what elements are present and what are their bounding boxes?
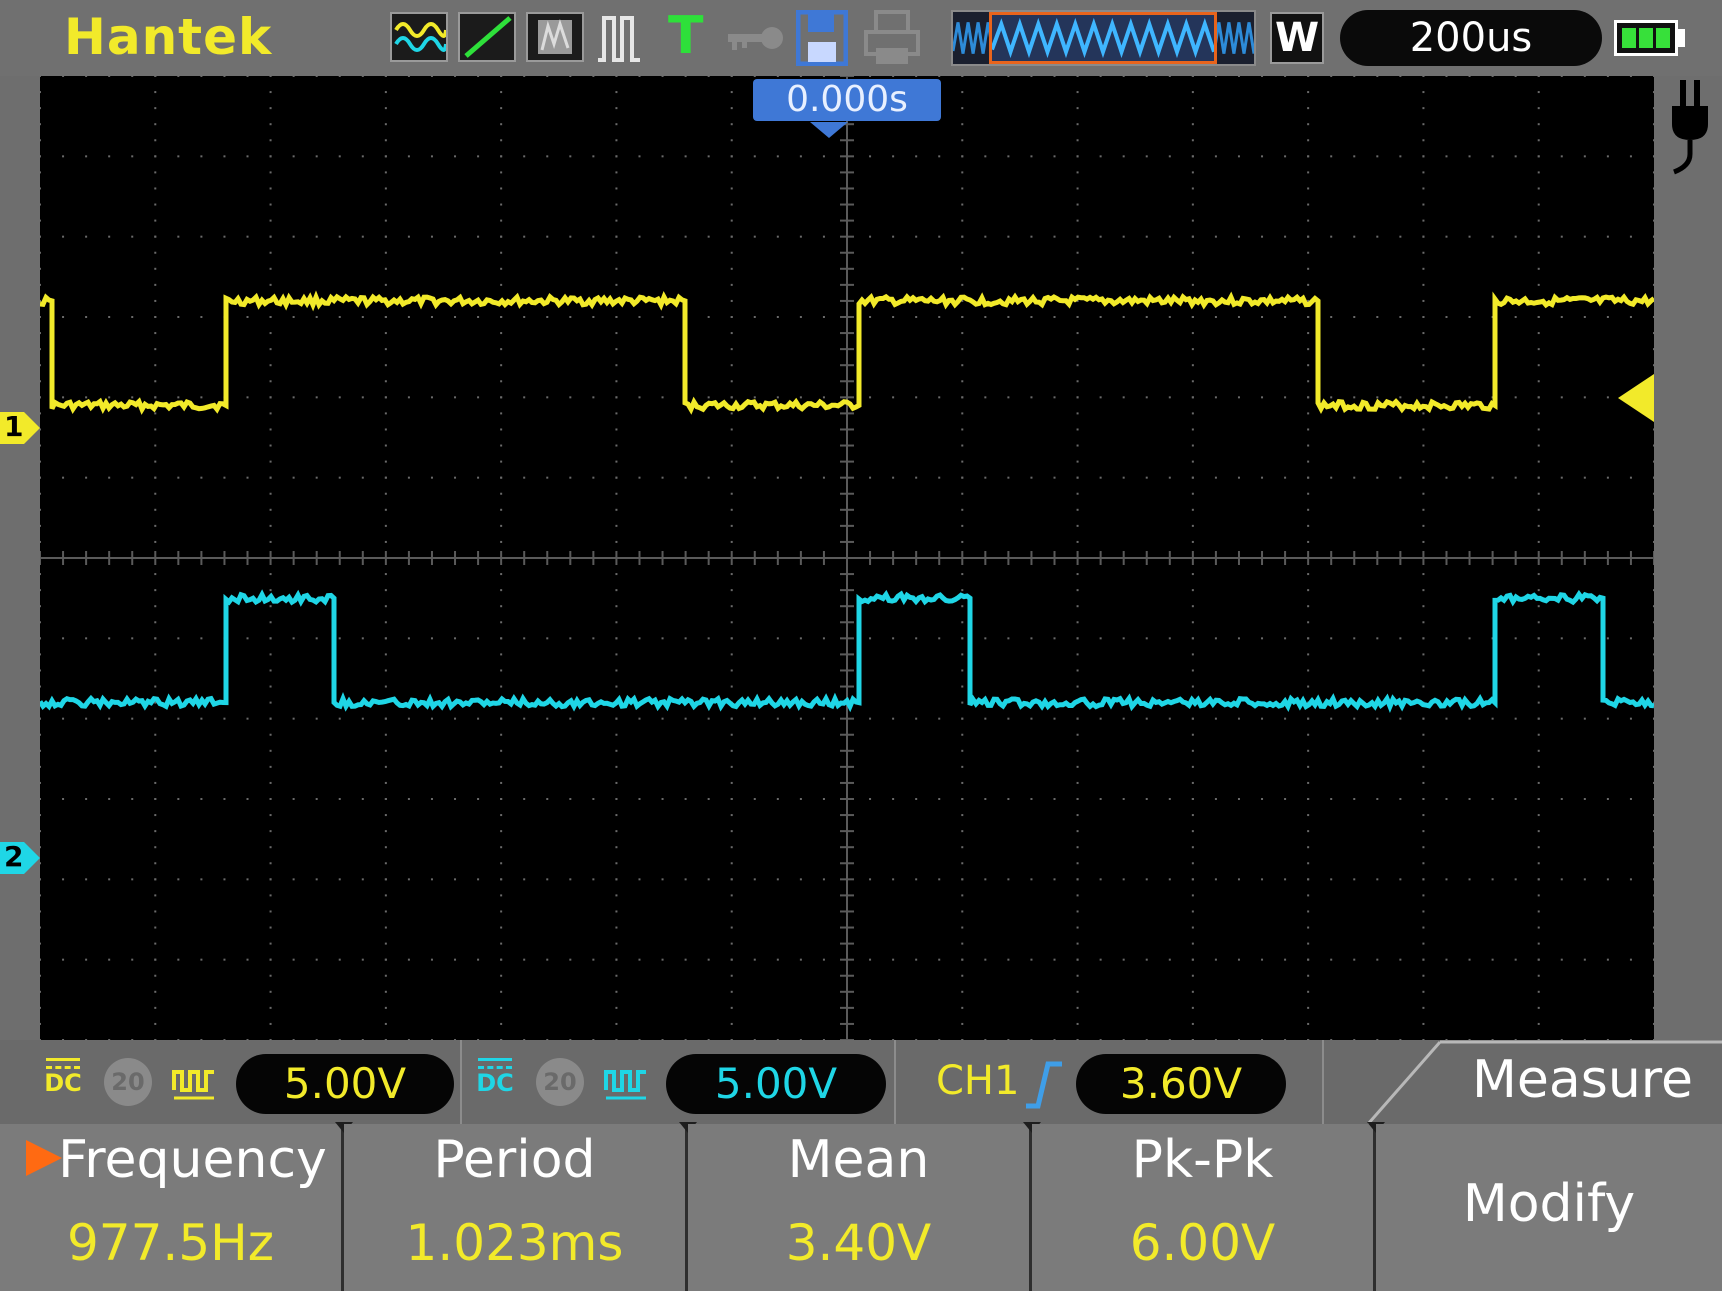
trigger-level-pointer[interactable] (1618, 374, 1654, 422)
status-divider (894, 1040, 896, 1124)
battery-icon (1614, 20, 1678, 56)
ch2-bw-limit-icon[interactable]: 20 (536, 1058, 584, 1106)
trigger-time-offset[interactable]: 0.000s (753, 79, 941, 121)
ch1-bw-limit-icon[interactable]: 20 (104, 1058, 152, 1106)
persistence-icon[interactable] (526, 12, 584, 62)
battery-tip (1678, 29, 1685, 47)
memory-position-bar[interactable] (951, 10, 1256, 66)
menu-item-period[interactable]: Period 1.023ms (344, 1122, 697, 1291)
trigger-source[interactable]: CH1 (936, 1058, 1019, 1104)
modify-button[interactable]: Modify (1376, 1124, 1722, 1291)
ch1-level-marker[interactable]: 1 (0, 408, 40, 448)
menu-item-frequency[interactable]: Frequency 977.5Hz (0, 1122, 353, 1291)
print-icon[interactable] (864, 10, 920, 70)
rising-edge-icon[interactable] (1024, 1058, 1064, 1114)
view-window-indicator[interactable] (989, 12, 1217, 64)
trigger-level[interactable]: 3.60V (1076, 1054, 1286, 1114)
menu-item-pk-pk[interactable]: Pk-Pk 6.00V (1032, 1122, 1385, 1291)
waveform-display[interactable] (40, 76, 1654, 1040)
measure-menu: Frequency 977.5Hz Period 1.023ms Mean 3.… (0, 1122, 1722, 1291)
power-plug-icon (1664, 80, 1714, 180)
ch1-volts-div[interactable]: 5.00V (236, 1054, 454, 1114)
xy-mode-icon[interactable] (458, 12, 516, 62)
trigger-t-icon[interactable]: T (668, 6, 703, 66)
key-icon[interactable] (724, 18, 786, 62)
ch2-probe-icon[interactable] (604, 1060, 648, 1104)
ch2-level-marker[interactable]: 2 (0, 838, 40, 878)
ch1-coupling-icon[interactable]: DC (40, 1058, 86, 1106)
brand-logo: Hantek (64, 8, 273, 66)
graticule (40, 76, 1654, 1040)
ch2-status[interactable]: DC 20 5.00V (462, 1040, 892, 1124)
ch1-status[interactable]: DC 20 5.00V (0, 1040, 460, 1124)
ch1-probe-icon[interactable] (172, 1060, 216, 1104)
pulse-icon[interactable] (596, 10, 642, 70)
status-divider (1322, 1040, 1324, 1124)
ch2-volts-div[interactable]: 5.00V (666, 1054, 886, 1114)
waveform-mode-icon[interactable] (390, 12, 448, 62)
window-mode-button[interactable]: W (1270, 12, 1324, 64)
time-marker-pointer (810, 122, 848, 138)
save-icon[interactable] (795, 9, 849, 70)
menu-title-tab: Measure (1368, 1040, 1722, 1124)
ch2-coupling-icon[interactable]: DC (472, 1058, 518, 1106)
top-status-bar: Hantek T W 200us (0, 0, 1722, 76)
menu-item-mean[interactable]: Mean 3.40V (688, 1122, 1041, 1291)
timebase-display[interactable]: 200us (1340, 10, 1602, 66)
